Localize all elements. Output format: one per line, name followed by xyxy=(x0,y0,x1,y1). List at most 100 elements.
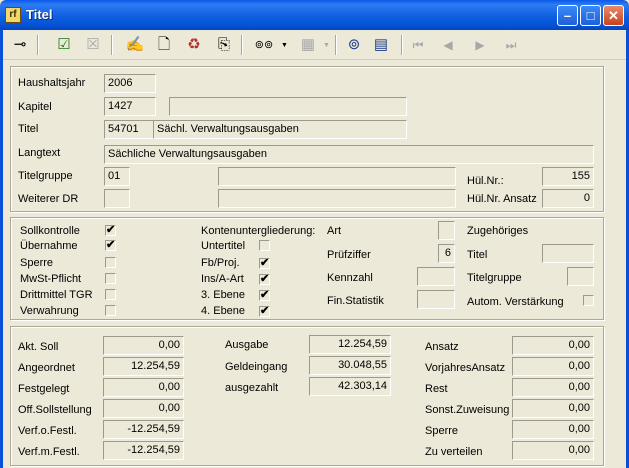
vorjahresansatz-label: VorjahresAnsatz xyxy=(425,362,506,374)
sperre-checkbox[interactable] xyxy=(105,257,116,268)
maximize-icon: □ xyxy=(586,8,595,23)
maximize-button[interactable]: □ xyxy=(580,5,601,26)
verwahrung-label: Verwahrung xyxy=(20,305,79,317)
untertitel-label: Untertitel xyxy=(201,240,246,252)
verwahrung-checkbox[interactable] xyxy=(105,305,116,316)
copy-button[interactable]: ⎘ xyxy=(213,34,235,56)
rest-field[interactable]: 0,00 xyxy=(512,378,594,397)
hand-sign-icon: ✍ xyxy=(125,36,145,53)
last-record-button[interactable]: ⏭ xyxy=(500,34,522,56)
weiterer-dr-field[interactable] xyxy=(104,189,130,208)
mwst-pflicht-label: MwSt-Pflicht xyxy=(20,273,82,285)
titel-field[interactable]: 54701 xyxy=(104,120,156,139)
minimize-button[interactable]: – xyxy=(557,5,578,26)
festgelegt-field[interactable]: 0,00 xyxy=(103,378,184,397)
delete-button[interactable]: ♻ xyxy=(183,34,205,56)
uebernahme-checkbox[interactable]: ✔ xyxy=(105,240,116,251)
window-border-left xyxy=(0,30,3,468)
ins-a-art-label: Ins/A-Art xyxy=(201,273,244,285)
verf-m-festl-field[interactable]: -12.254,59 xyxy=(103,441,184,460)
binoculars-table-icon: ⊚ xyxy=(347,36,361,53)
weiterer-dr-text-field[interactable] xyxy=(218,189,456,208)
titelgruppe-text-field[interactable] xyxy=(218,167,456,186)
akt-soll-label: Akt. Soll xyxy=(18,341,59,353)
grid-button[interactable]: ▦ xyxy=(297,34,319,56)
titel-text-field[interactable]: Sächl. Verwaltungsausgaben xyxy=(153,120,407,139)
ausgabe-field[interactable]: 12.254,59 xyxy=(309,335,391,354)
sperre-amount-field[interactable]: 0,00 xyxy=(512,420,594,439)
new-button[interactable]: 🗋 xyxy=(153,34,175,56)
toolbar-separator xyxy=(37,35,39,55)
grid-icon: ▦ xyxy=(300,36,316,53)
untertitel-checkbox[interactable] xyxy=(259,240,270,251)
grid-dropdown-arrow[interactable]: ▼ xyxy=(323,42,330,49)
cancel-button[interactable]: ☒ xyxy=(82,34,104,56)
drittmittel-tgr-checkbox[interactable] xyxy=(105,289,116,300)
zug-titel-field[interactable] xyxy=(542,244,594,263)
search-button[interactable]: ⊚⊚ xyxy=(253,34,275,56)
akt-soll-field[interactable]: 0,00 xyxy=(103,336,184,355)
find-table-button[interactable]: ⊚ xyxy=(343,34,365,56)
hul-nr-field[interactable]: 155 xyxy=(542,167,594,186)
ebene-4-label: 4. Ebene xyxy=(201,305,246,317)
ansatz-field[interactable]: 0,00 xyxy=(512,336,594,355)
pin-button[interactable]: ⊸ xyxy=(9,34,31,56)
ausgezahlt-label: ausgezahlt xyxy=(225,382,279,394)
langtext-field[interactable]: Sächliche Verwaltungsausgaben xyxy=(104,145,594,164)
ebene-4-checkbox[interactable]: ✔ xyxy=(259,306,270,317)
save-button[interactable]: ☑ xyxy=(53,34,75,56)
off-sollstellung-field[interactable]: 0,00 xyxy=(103,399,184,418)
app-icon[interactable]: rf xyxy=(5,7,21,23)
ebene-3-label: 3. Ebene xyxy=(201,289,246,301)
kapitel-field[interactable]: 1427 xyxy=(104,97,156,116)
table-icon: ▤ xyxy=(373,36,389,53)
sollkontrolle-label: Sollkontrolle xyxy=(20,225,80,237)
kennzahl-label: Kennzahl xyxy=(327,272,373,284)
angeordnet-field[interactable]: 12.254,59 xyxy=(103,357,184,376)
titelgruppe-label: Titelgruppe xyxy=(18,170,73,182)
table-view-button[interactable]: ▤ xyxy=(370,34,392,56)
close-icon: ✕ xyxy=(608,8,619,23)
kennzahl-field[interactable] xyxy=(417,267,455,286)
ebene-3-checkbox[interactable]: ✔ xyxy=(259,290,270,301)
ausgezahlt-field[interactable]: 42.303,14 xyxy=(309,377,391,396)
vorjahresansatz-field[interactable]: 0,00 xyxy=(512,357,594,376)
uebernahme-label: Übernahme xyxy=(20,240,78,252)
titel-label: Titel xyxy=(18,123,39,135)
weiterer-dr-label: Weiterer DR xyxy=(18,193,79,205)
first-record-button[interactable]: ⏮ xyxy=(407,34,429,56)
haushaltsjahr-label: Haushaltsjahr xyxy=(18,77,86,89)
zug-titelgruppe-field[interactable] xyxy=(567,267,594,286)
hul-nr-ansatz-field[interactable]: 0 xyxy=(542,189,594,208)
fin-statistik-field[interactable] xyxy=(417,290,455,309)
autom-verstaerkung-checkbox[interactable] xyxy=(583,295,594,306)
titelgruppe-field[interactable]: 01 xyxy=(104,167,130,186)
rest-label: Rest xyxy=(425,383,448,395)
kapitel-text-field[interactable] xyxy=(169,97,407,116)
sign-button[interactable]: ✍ xyxy=(124,34,146,56)
window-title: Titel xyxy=(26,7,53,22)
minimize-icon: – xyxy=(563,8,572,23)
pruefziffer-field[interactable]: 6 xyxy=(438,244,455,263)
zugehoeriges-label: Zugehöriges xyxy=(467,225,529,237)
geldeingang-field[interactable]: 30.048,55 xyxy=(309,356,391,375)
toolbar-separator xyxy=(335,35,337,55)
haushaltsjahr-field[interactable]: 2006 xyxy=(104,74,156,93)
search-dropdown-arrow[interactable]: ▼ xyxy=(281,42,288,49)
next-record-button[interactable]: ▶ xyxy=(469,34,491,56)
sperre-amount-label: Sperre xyxy=(425,425,459,437)
hul-nr-ansatz-label: Hül.Nr. Ansatz xyxy=(467,193,537,205)
art-label: Art xyxy=(327,225,342,237)
mwst-pflicht-checkbox[interactable] xyxy=(105,273,116,284)
fb-proj-checkbox[interactable]: ✔ xyxy=(259,258,270,269)
zu-verteilen-field[interactable]: 0,00 xyxy=(512,441,594,460)
art-field[interactable] xyxy=(438,221,455,240)
sonst-zuweisung-label: Sonst.Zuweisung xyxy=(425,404,510,416)
prev-record-button[interactable]: ◀ xyxy=(437,34,459,56)
close-button[interactable]: ✕ xyxy=(603,5,624,26)
ins-a-art-checkbox[interactable]: ✔ xyxy=(259,274,270,285)
verf-o-festl-field[interactable]: -12.254,59 xyxy=(103,420,184,439)
sonst-zuweisung-field[interactable]: 0,00 xyxy=(512,399,594,418)
title-bar[interactable]: rf Titel – □ ✕ xyxy=(0,0,629,30)
sollkontrolle-checkbox[interactable]: ✔ xyxy=(105,225,116,236)
